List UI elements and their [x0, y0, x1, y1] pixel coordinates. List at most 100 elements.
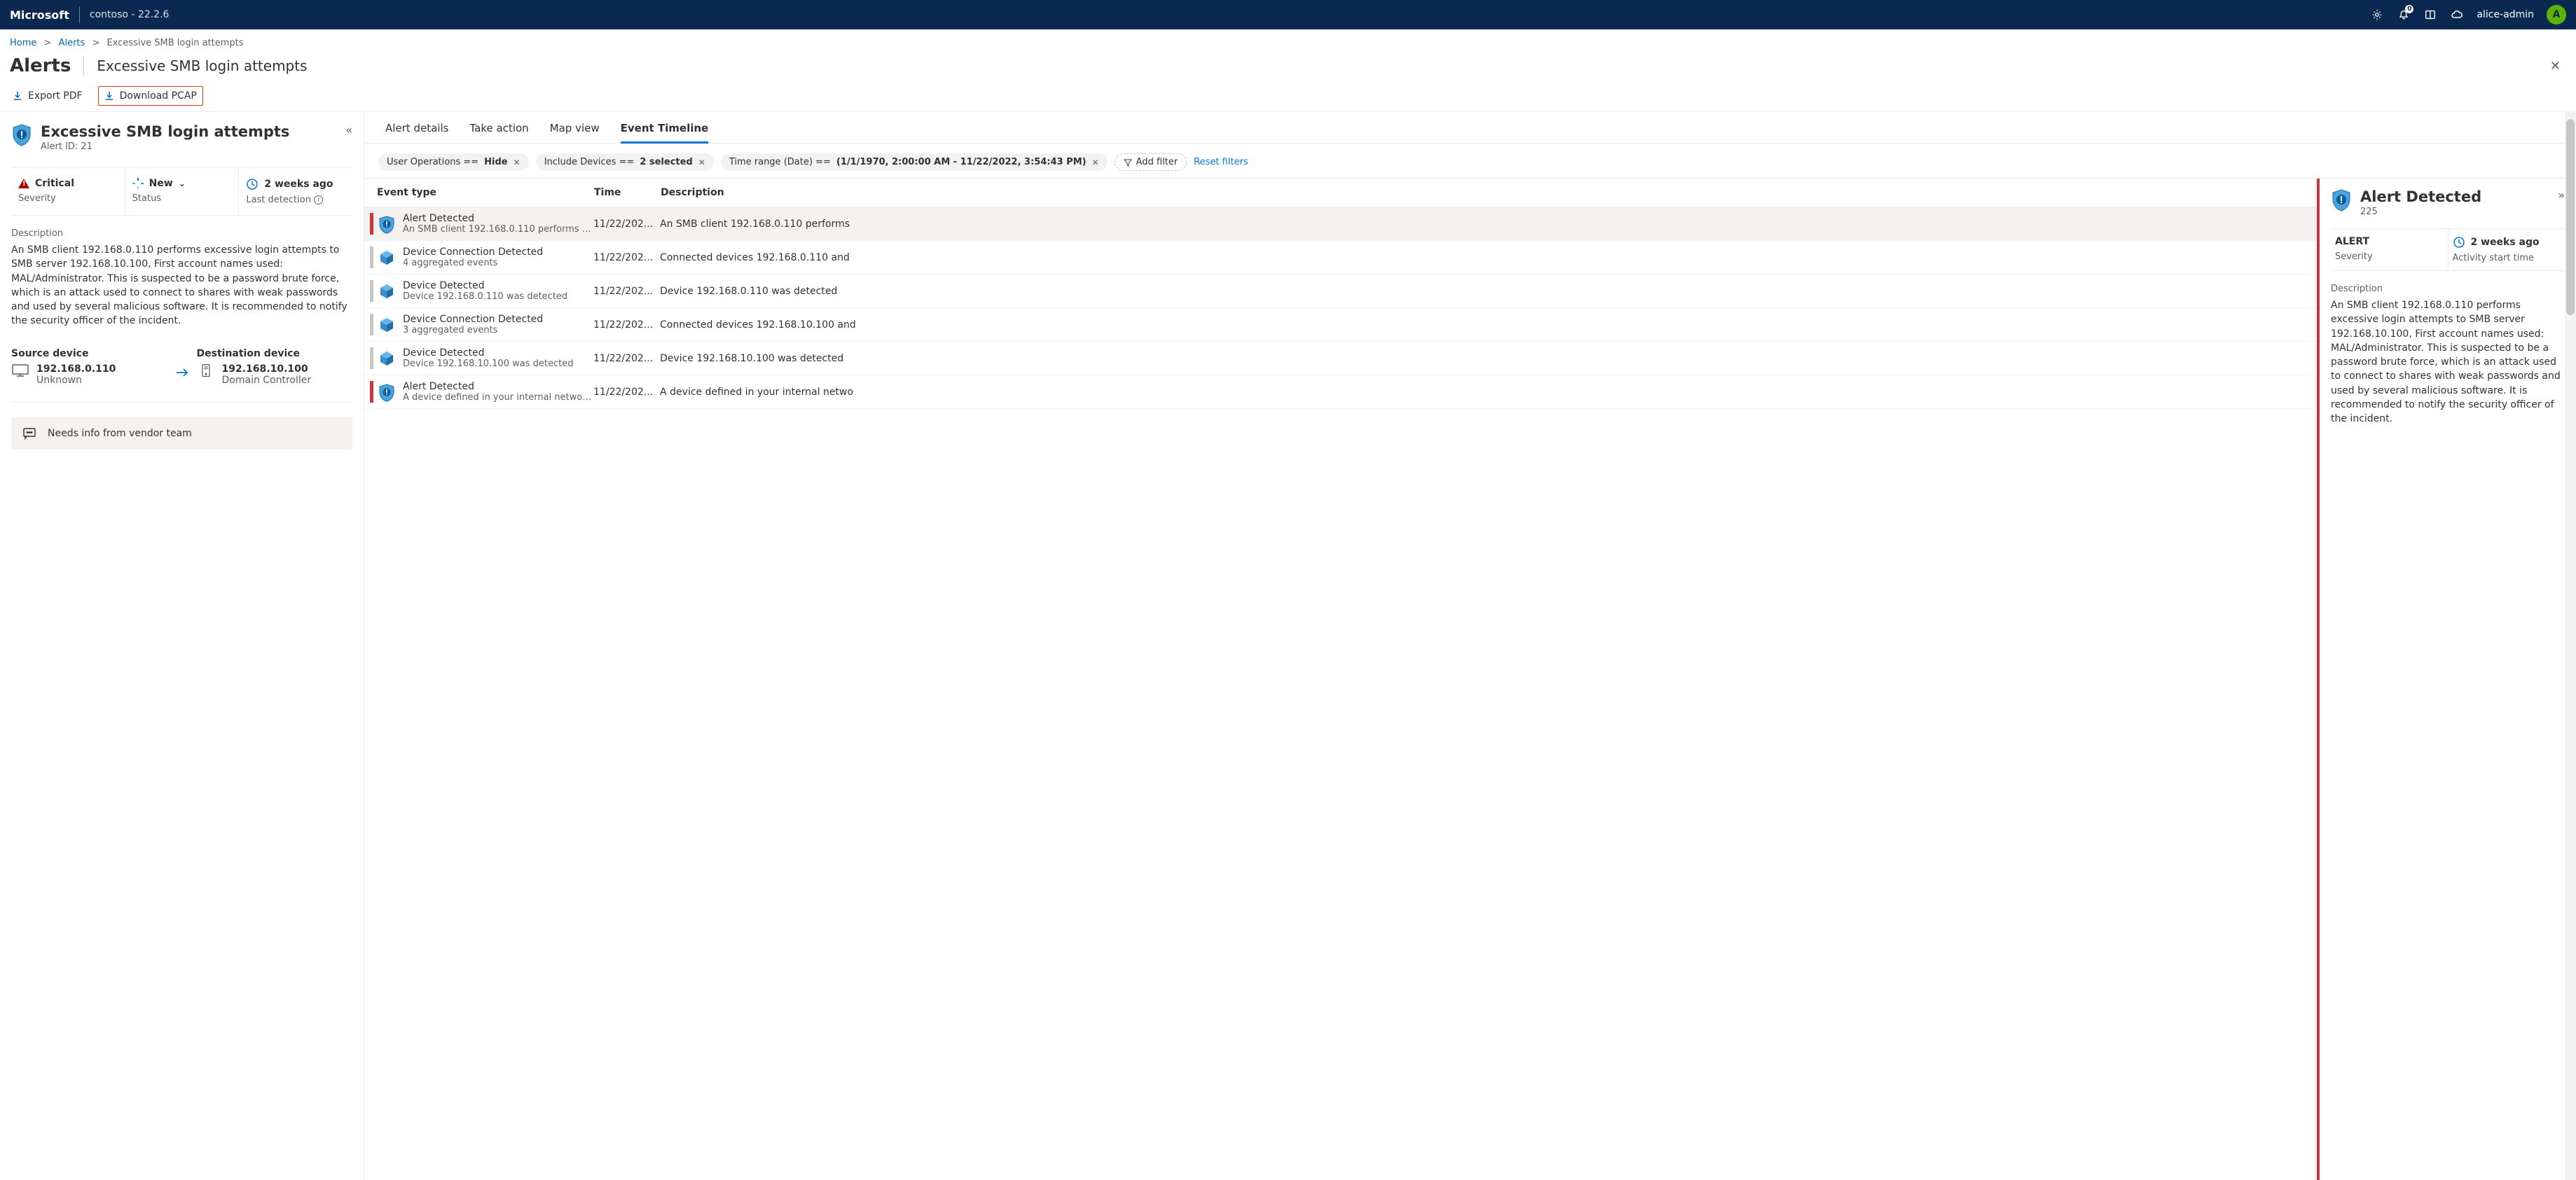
event-table: Event type Time Description Alert Detect… — [364, 179, 2317, 1180]
severity-cell: Critical Severity — [11, 168, 125, 215]
breadcrumb-home[interactable]: Home — [10, 38, 36, 48]
table-row[interactable]: Device Detected Device 192.168.10.100 wa… — [364, 342, 2317, 375]
avatar[interactable]: A — [2547, 5, 2566, 25]
event-description: Device 192.168.0.110 was detected — [660, 286, 2311, 297]
severity-stripe — [370, 314, 373, 335]
brand-logo[interactable]: Microsoft — [10, 8, 69, 22]
settings-icon[interactable] — [2370, 8, 2384, 22]
add-filter-label: Add filter — [1136, 157, 1178, 167]
tab-take-action[interactable]: Take action — [469, 122, 528, 143]
critical-triangle-icon — [18, 179, 29, 188]
event-subtitle: 3 aggregated events — [403, 325, 593, 335]
info-icon[interactable]: i — [314, 195, 323, 204]
cube-icon — [378, 349, 396, 368]
description-label: Description — [11, 228, 352, 239]
scrollbar-track[interactable] — [2565, 112, 2576, 1180]
main-content: Excessive SMB login attempts Alert ID: 2… — [0, 112, 2576, 1180]
detail-count: 225 — [2360, 207, 2481, 217]
event-subtitle: 4 aggregated events — [403, 258, 593, 268]
description-text: An SMB client 192.168.0.110 performs exc… — [11, 243, 352, 328]
filter-value: 2 selected — [640, 157, 692, 167]
reading-icon[interactable] — [2423, 8, 2437, 22]
event-subtitle: Device 192.168.10.100 was detected — [403, 359, 593, 369]
download-pcap-button[interactable]: Download PCAP — [98, 86, 203, 106]
username-label[interactable]: alice-admin — [2477, 9, 2534, 20]
detail-start-cell: 2 weeks ago Activity start time — [2448, 229, 2565, 270]
tab-alert-details[interactable]: Alert details — [385, 122, 448, 143]
export-pdf-button[interactable]: Export PDF — [7, 87, 88, 105]
col-description[interactable]: Description — [661, 187, 2311, 198]
severity-label: Severity — [18, 193, 118, 204]
comment-icon — [22, 427, 36, 440]
table-row[interactable]: Device Connection Detected 3 aggregated … — [364, 308, 2317, 342]
filter-time-range[interactable]: Time range (Date) == (1/1/1970, 2:00:00 … — [721, 153, 1108, 171]
event-detail-panel: Alert Detected 225 » ALERT Severity 2 we… — [2317, 179, 2576, 1180]
detail-severity-value: ALERT — [2335, 236, 2369, 247]
close-icon[interactable]: ✕ — [698, 158, 705, 167]
breadcrumb-alerts[interactable]: Alerts — [59, 38, 85, 48]
breadcrumb: Home > Alerts > Excessive SMB login atte… — [0, 29, 2576, 53]
filter-value: Hide — [484, 157, 507, 167]
clock-icon — [246, 178, 259, 190]
event-subtitle: An SMB client 192.168.0.110 performs exc… — [403, 224, 593, 235]
tabs: Alert details Take action Map view Event… — [364, 112, 2576, 144]
cube-icon — [378, 316, 396, 334]
source-type: Unknown — [36, 375, 116, 386]
event-title: Device Detected — [403, 347, 593, 359]
close-icon[interactable]: ✕ — [1091, 158, 1098, 167]
expand-right-icon[interactable]: » — [2558, 188, 2565, 202]
tenant-label: contoso - 22.2.6 — [90, 9, 170, 20]
device-row: Source device 192.168.0.110 Unknown Dest… — [11, 348, 352, 402]
status-cell[interactable]: New ⌄ Status — [125, 168, 240, 215]
event-time: 11/22/202... — [593, 387, 660, 398]
detail-start-label: Activity start time — [2453, 253, 2561, 263]
alert-id: Alert ID: 21 — [41, 141, 289, 152]
table-row[interactable]: Alert Detected A device defined in your … — [364, 375, 2317, 409]
reset-filters-link[interactable]: Reset filters — [1194, 157, 1248, 167]
table-row[interactable]: Alert Detected An SMB client 192.168.0.1… — [364, 207, 2317, 241]
tab-map-view[interactable]: Map view — [550, 122, 600, 143]
detail-start-value: 2 weeks ago — [2471, 237, 2540, 248]
severity-stripe — [370, 381, 373, 403]
filter-user-operations[interactable]: User Operations == Hide ✕ — [378, 153, 529, 171]
dest-device-label: Destination device — [197, 348, 353, 359]
event-time: 11/22/202... — [593, 319, 660, 331]
tab-event-timeline[interactable]: Event Timeline — [621, 122, 709, 144]
detection-cell: 2 weeks ago Last detection i — [239, 168, 352, 215]
detail-desc-text: An SMB client 192.168.0.110 performs exc… — [2331, 298, 2565, 426]
page-title: Alerts — [10, 55, 71, 76]
scrollbar-thumb[interactable] — [2566, 119, 2575, 315]
alert-summary-panel: Excessive SMB login attempts Alert ID: 2… — [0, 112, 364, 1180]
detail-title: Alert Detected — [2360, 188, 2481, 205]
breadcrumb-sep: > — [44, 38, 52, 48]
filter-label: User Operations == — [387, 157, 478, 167]
filter-icon — [1124, 158, 1132, 167]
add-filter-button[interactable]: Add filter — [1115, 153, 1187, 171]
source-ip[interactable]: 192.168.0.110 — [36, 363, 116, 375]
header-divider — [79, 6, 80, 23]
filter-include-devices[interactable]: Include Devices == 2 selected ✕ — [536, 153, 714, 171]
shield-alert-icon — [378, 383, 396, 401]
clock-icon — [2453, 236, 2465, 249]
event-description: Device 192.168.10.100 was detected — [660, 353, 2311, 364]
detail-severity-cell: ALERT Severity — [2331, 229, 2448, 270]
needs-info-box[interactable]: Needs info from vendor team — [11, 417, 352, 450]
table-row[interactable]: Device Detected Device 192.168.0.110 was… — [364, 275, 2317, 308]
download-icon — [104, 91, 114, 101]
cloud-icon[interactable] — [2450, 8, 2464, 22]
alert-header: Excessive SMB login attempts Alert ID: 2… — [11, 123, 352, 152]
alert-title: Excessive SMB login attempts — [41, 123, 289, 140]
page-title-row: Alerts Excessive SMB login attempts ✕ — [0, 53, 2576, 83]
table-row[interactable]: Device Connection Detected 4 aggregated … — [364, 241, 2317, 275]
dest-ip[interactable]: 192.168.10.100 — [222, 363, 312, 375]
page-subtitle: Excessive SMB login attempts — [97, 57, 307, 74]
collapse-left-icon[interactable]: « — [345, 123, 352, 137]
notification-badge: 0 — [2405, 5, 2413, 13]
close-icon[interactable]: ✕ — [514, 158, 521, 167]
notifications-icon[interactable]: 0 — [2397, 8, 2411, 22]
col-time[interactable]: Time — [594, 187, 661, 198]
close-icon[interactable]: ✕ — [2544, 56, 2566, 76]
severity-stripe — [370, 347, 373, 369]
col-event-type[interactable]: Event type — [370, 187, 594, 198]
source-device-block: Source device 192.168.0.110 Unknown — [11, 348, 167, 386]
